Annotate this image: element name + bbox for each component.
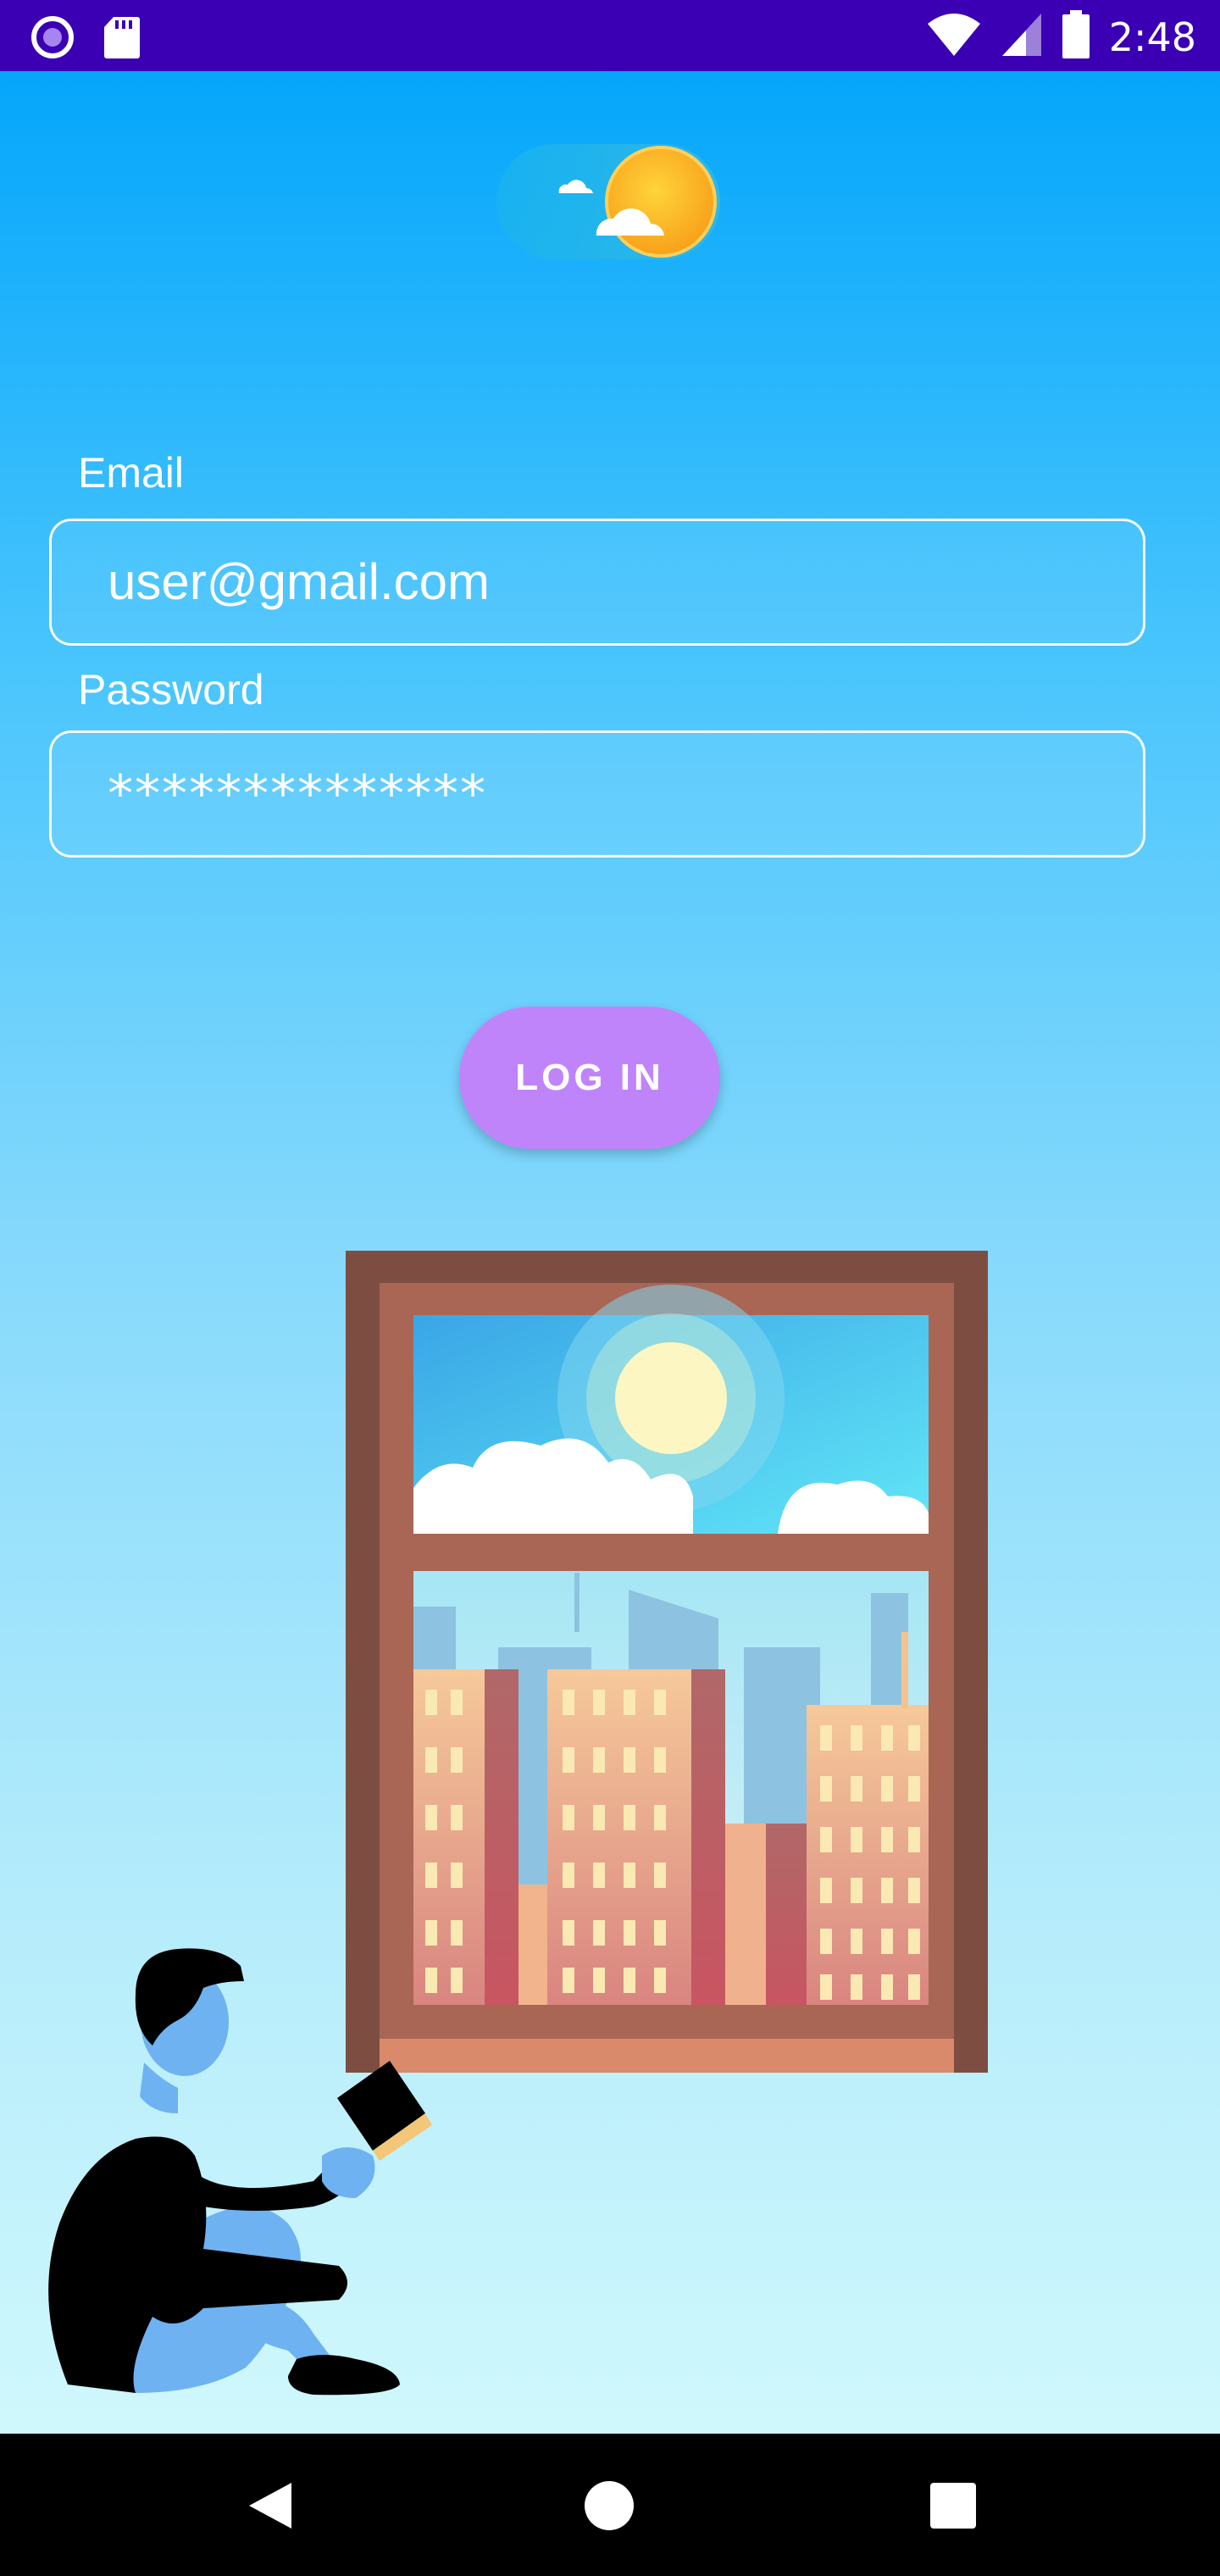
email-label: Email bbox=[78, 449, 185, 497]
home-icon[interactable] bbox=[580, 2476, 639, 2535]
password-label: Password bbox=[78, 666, 264, 713]
reading-person-illustration bbox=[34, 1944, 474, 2401]
status-bar: 2:48 bbox=[0, 0, 1220, 71]
battery-icon bbox=[1062, 10, 1090, 64]
email-field[interactable]: user@gmail.com bbox=[49, 519, 1145, 646]
cellular-signal-icon bbox=[1001, 12, 1043, 62]
login-button[interactable]: LOG IN bbox=[459, 1007, 720, 1149]
login-screen: Email user@gmail.com Password **********… bbox=[0, 71, 1220, 2434]
password-value: ************** bbox=[108, 764, 487, 824]
wifi-icon bbox=[926, 12, 982, 62]
navigation-bar bbox=[0, 2434, 1220, 2576]
weather-sun-cloud-icon bbox=[495, 141, 722, 263]
password-field[interactable]: ************** bbox=[49, 730, 1145, 858]
notification-circle-icon bbox=[30, 15, 75, 64]
sd-card-icon bbox=[103, 15, 141, 64]
clock: 2:48 bbox=[1108, 14, 1196, 60]
recents-icon[interactable] bbox=[923, 2476, 983, 2535]
email-value: user@gmail.com bbox=[108, 553, 491, 610]
back-icon[interactable] bbox=[242, 2476, 302, 2535]
